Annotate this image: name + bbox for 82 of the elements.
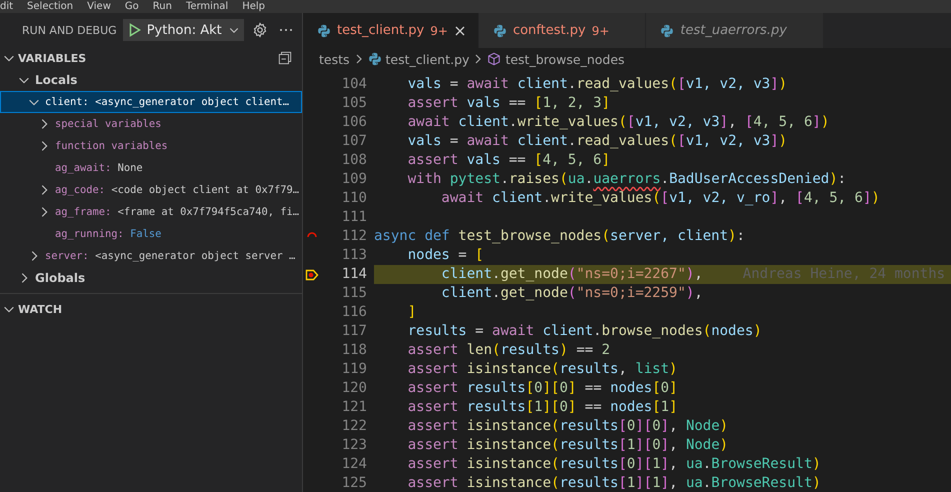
line-number: 105 — [340, 94, 368, 113]
code-line: vals = await client.read_values([v1, v2, v3]) — [406, 75, 788, 94]
code-line: client.get_node("ns=0;i=2267"), — [440, 265, 703, 284]
breadcrumb-item[interactable]: test_browse_nodes — [505, 52, 625, 66]
code-line: nodes = [ — [406, 246, 484, 265]
line-number: 120 — [340, 379, 368, 398]
menu-item[interactable]: Go — [124, 0, 139, 12]
code-line: assert results[1][0] == nodes[1] — [406, 398, 678, 417]
menu-item[interactable]: dit — [0, 0, 14, 12]
line-number: 121 — [340, 398, 368, 417]
editor-tab[interactable]: test_client.py 9+ — [303, 13, 479, 48]
variable-row[interactable]: function variables — [0, 135, 302, 157]
code-line: assert len(results) == 2 — [406, 341, 610, 360]
section-title[interactable]: WATCH — [18, 302, 62, 316]
line-number: 118 — [340, 341, 368, 360]
line-number: 119 — [340, 360, 368, 379]
line-number: 124 — [340, 455, 368, 474]
menu-item[interactable]: View — [87, 0, 111, 12]
variable-row[interactable]: Globals — [0, 267, 302, 289]
line-number: 109 — [340, 170, 368, 189]
collapse-all-icon[interactable] — [278, 51, 292, 65]
menu-item[interactable]: Selection — [27, 0, 74, 12]
code-line: assert results[0][0] == nodes[0] — [406, 379, 678, 398]
launch-config-dropdown[interactable]: Python: Akt — [122, 19, 244, 41]
play-icon — [128, 23, 141, 37]
code-line: assert vals == [1, 2, 3] — [406, 94, 610, 113]
chevron-right-icon — [473, 53, 484, 65]
variable-row[interactable]: client: <async_generator object client… — [0, 91, 302, 113]
line-number: 110 — [340, 189, 368, 208]
line-number: 117 — [340, 322, 368, 341]
variable-row[interactable]: Locals — [0, 69, 302, 91]
code-line: await client.write_values([v1, v2, v_ro], [4, 5, 6]) — [440, 189, 880, 208]
line-number: 116 — [340, 303, 368, 322]
variable-row[interactable]: ag_await: None — [0, 157, 302, 179]
section-title[interactable]: VARIABLES — [18, 52, 86, 64]
variable-row[interactable]: ag_running: False — [0, 223, 302, 245]
variable-row[interactable]: special variables — [0, 113, 302, 135]
cube-icon — [487, 52, 502, 66]
menu-item[interactable]: Run — [152, 0, 172, 12]
python-file-icon — [492, 24, 507, 38]
line-number: 123 — [340, 436, 368, 455]
menu-item[interactable]: Terminal — [186, 0, 228, 12]
editor-tab[interactable]: conftest.py 9+ — [478, 13, 646, 48]
line-number: 104 — [340, 75, 368, 94]
code-line: assert isinstance(results[0][1], ua.BrowseResult) — [406, 455, 821, 474]
code-line: client.get_node("ns=0;i=2259"), — [440, 284, 703, 303]
menu-item[interactable]: Help — [242, 0, 266, 12]
python-file-icon — [660, 24, 674, 38]
current-line-icon — [305, 268, 319, 282]
code-line: vals = await client.read_values([v1, v2, v3]) — [406, 132, 788, 151]
editor-tab[interactable]: test_uaerrors.py — [646, 13, 824, 48]
line-number: 106 — [340, 113, 368, 132]
variable-row[interactable]: server: <async_generator object server … — [0, 245, 302, 267]
line-number: 125 — [340, 474, 368, 492]
python-file-icon — [317, 24, 331, 38]
line-number: 111 — [340, 208, 368, 227]
code-line: with pytest.raises(ua.uaerrors.BadUserAccessDenied): — [406, 170, 846, 189]
line-number: 122 — [340, 417, 368, 436]
breadcrumb-item[interactable]: test_client.py — [386, 52, 470, 66]
variable-row[interactable]: ag_code: <code object client at 0x7f79… — [0, 179, 302, 201]
chevron-right-icon — [354, 53, 364, 65]
code-line: assert isinstance(results[0][0], Node) — [406, 417, 728, 436]
code-line: assert isinstance(results[1][1], ua.BrowseResult) — [406, 474, 821, 492]
breadcrumb-item[interactable]: tests — [319, 52, 350, 66]
code-line: results = await client.browse_nodes(nodes) — [406, 322, 762, 341]
git-blame-annotation: Andreas Heine, 24 months — [742, 265, 946, 284]
code-line: ] — [406, 303, 416, 322]
line-number: 112 — [340, 227, 368, 246]
code-line: assert isinstance(results, list) — [406, 360, 678, 379]
code-line: assert vals == [4, 5, 6] — [406, 151, 610, 170]
code-line: async def test_browse_nodes(server, client): — [374, 227, 745, 246]
close-icon[interactable] — [454, 24, 466, 36]
line-number: 115 — [340, 284, 368, 303]
line-number: 113 — [340, 246, 368, 265]
panel-title: RUN AND DEBUG — [22, 24, 117, 36]
variable-row[interactable]: ag_frame: <frame at 0x7f794f5ca740, fi… — [0, 201, 302, 223]
code-line: assert isinstance(results[1][0], Node) — [406, 436, 728, 455]
code-line: await client.write_values([v1, v2, v3], [4, 5, 6]) — [406, 113, 830, 132]
line-number: 108 — [340, 151, 368, 170]
python-file-icon — [368, 52, 382, 66]
line-number: 107 — [340, 132, 368, 151]
line-number: 114 — [340, 265, 368, 284]
